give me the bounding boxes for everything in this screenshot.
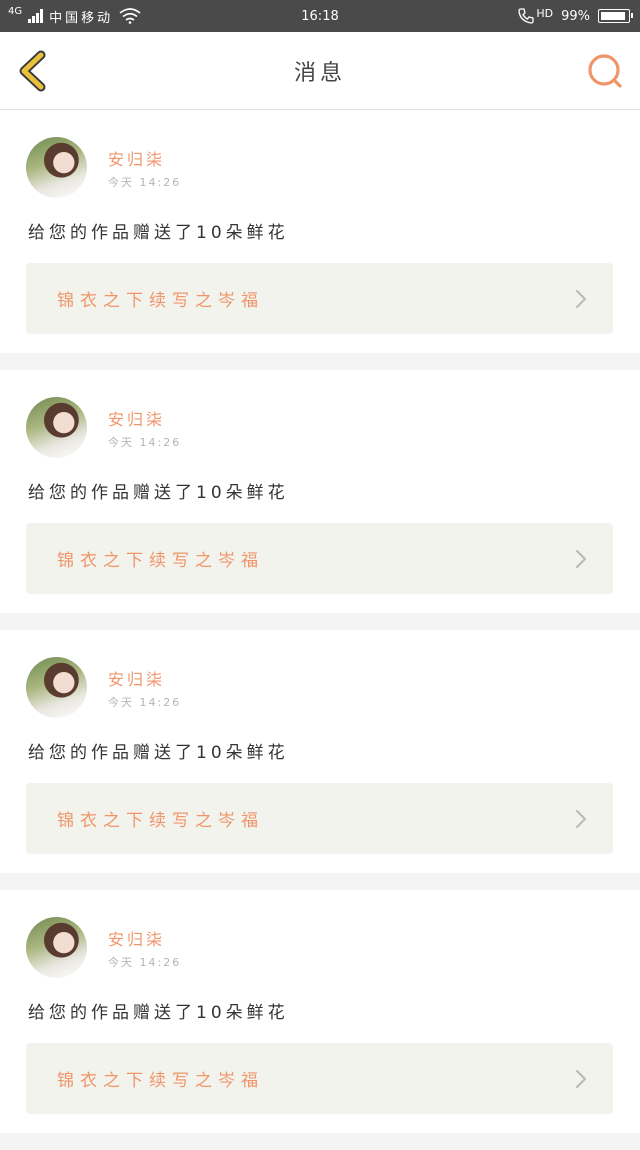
- avatar[interactable]: [26, 917, 87, 978]
- work-link[interactable]: 锦衣之下续写之岑福: [26, 1043, 613, 1114]
- sender-name[interactable]: 安归柒: [108, 666, 165, 690]
- search-icon: [588, 54, 622, 88]
- message-time: 今天 14:26: [108, 176, 182, 189]
- work-link[interactable]: 锦衣之下续写之岑福: [26, 263, 613, 334]
- page-title: 消息: [293, 60, 346, 86]
- battery-percent: 99%: [561, 8, 590, 24]
- message-card: 安归柒 今天 14:26 给您的作品赠送了10朵鲜花 锦衣之下续写之岑福: [0, 110, 640, 353]
- status-time: 16:18: [301, 8, 339, 24]
- message-card: 安归柒 今天 14:26 给您的作品赠送了10朵鲜花 锦衣之下续写之岑福: [0, 370, 640, 613]
- sender-name[interactable]: 安归柒: [108, 926, 165, 950]
- status-right: HD 99%: [518, 0, 633, 32]
- work-link[interactable]: 锦衣之下续写之岑福: [26, 523, 613, 594]
- hd-call-label: HD: [536, 6, 554, 20]
- avatar[interactable]: [26, 137, 87, 198]
- sender-name[interactable]: 安归柒: [108, 146, 165, 170]
- work-title: 锦衣之下续写之岑福: [57, 1071, 264, 1091]
- message-time: 今天 14:26: [108, 696, 182, 709]
- avatar[interactable]: [26, 397, 87, 458]
- work-link[interactable]: 锦衣之下续写之岑福: [26, 783, 613, 854]
- chevron-right-icon: [576, 290, 586, 308]
- work-title: 锦衣之下续写之岑福: [57, 811, 264, 831]
- message-text: 给您的作品赠送了10朵鲜花: [28, 483, 289, 503]
- avatar[interactable]: [26, 657, 87, 718]
- work-title: 锦衣之下续写之岑福: [57, 551, 264, 571]
- search-button[interactable]: [586, 52, 624, 90]
- work-title: 锦衣之下续写之岑福: [57, 291, 264, 311]
- message-text: 给您的作品赠送了10朵鲜花: [28, 223, 289, 243]
- message-text: 给您的作品赠送了10朵鲜花: [28, 743, 289, 763]
- chevron-right-icon: [576, 1070, 586, 1088]
- chevron-right-icon: [576, 810, 586, 828]
- battery-icon: [598, 9, 633, 23]
- phone-icon: [518, 8, 534, 24]
- message-text: 给您的作品赠送了10朵鲜花: [28, 1003, 289, 1023]
- message-time: 今天 14:26: [108, 436, 182, 449]
- top-nav-bar: 消息: [0, 32, 640, 110]
- chevron-right-icon: [576, 550, 586, 568]
- sender-name[interactable]: 安归柒: [108, 406, 165, 430]
- message-list: 安归柒 今天 14:26 给您的作品赠送了10朵鲜花 锦衣之下续写之岑福 安归柒…: [0, 110, 640, 1150]
- message-card: 安归柒 今天 14:26 给您的作品赠送了10朵鲜花 锦衣之下续写之岑福: [0, 890, 640, 1133]
- message-card: 安归柒 今天 14:26 给您的作品赠送了10朵鲜花 锦衣之下续写之岑福: [0, 630, 640, 873]
- message-time: 今天 14:26: [108, 956, 182, 969]
- status-bar: 4G 中国移动 16:18 HD 99%: [0, 0, 640, 32]
